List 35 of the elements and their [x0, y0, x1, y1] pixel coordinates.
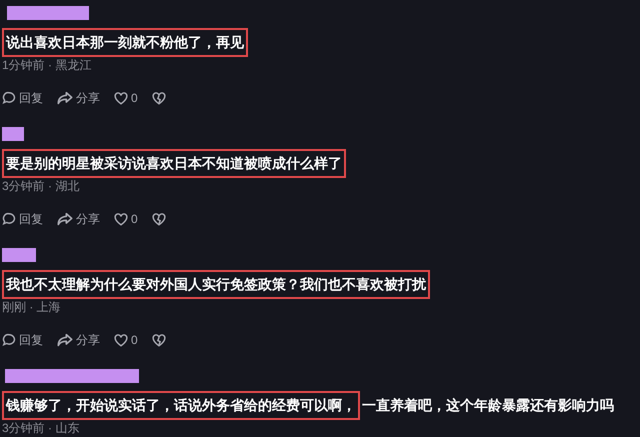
broken-heart-icon	[152, 334, 166, 346]
comment-meta: 3分钟前 · 湖北	[2, 178, 80, 194]
comment-icon	[2, 91, 16, 105]
like-button[interactable]: 0	[114, 210, 138, 228]
redacted-username	[2, 127, 24, 141]
heart-icon	[114, 212, 128, 226]
share-button[interactable]: 分享	[57, 331, 100, 349]
dislike-button[interactable]	[152, 212, 166, 226]
like-button[interactable]: 0	[114, 331, 138, 349]
like-button[interactable]: 0	[114, 89, 138, 107]
reply-button[interactable]: 回复	[2, 331, 43, 349]
broken-heart-icon	[152, 212, 166, 226]
share-button[interactable]: 分享	[57, 210, 100, 228]
comment-text: 我也不太理解为什么要对外国人实行免签政策？我们也不喜欢被打扰	[2, 270, 430, 298]
comment-text: 说出喜欢日本那一刻就不粉他了，再见	[2, 28, 248, 56]
share-icon	[57, 212, 73, 226]
dislike-button[interactable]	[152, 334, 166, 346]
share-icon	[57, 333, 73, 347]
heart-icon	[114, 334, 128, 346]
comment-meta: 1分钟前 · 黑龙江	[2, 57, 92, 73]
share-icon	[57, 91, 73, 105]
share-button[interactable]: 分享	[57, 89, 100, 107]
redacted-username	[2, 248, 36, 262]
reply-button[interactable]: 回复	[2, 210, 43, 228]
comment-meta: 3分钟前 · 山东	[2, 420, 80, 436]
dislike-button[interactable]	[152, 92, 166, 104]
comment-text: 要是别的明星被采访说喜欢日本不知道被喷成什么样了	[2, 148, 346, 178]
comment-meta: 刚刚 · 上海	[2, 299, 62, 315]
broken-heart-icon	[152, 92, 166, 104]
comment-text: 钱赚够了，开始说实话了，话说外务省给的经费可以啊，	[2, 390, 360, 420]
comment-text: 一直养着吧，这个年龄暴露还有影响力吗	[361, 396, 615, 414]
comment-icon	[2, 333, 16, 347]
reply-button[interactable]: 回复	[2, 89, 43, 107]
heart-icon	[114, 92, 128, 104]
comment-icon	[2, 212, 16, 226]
